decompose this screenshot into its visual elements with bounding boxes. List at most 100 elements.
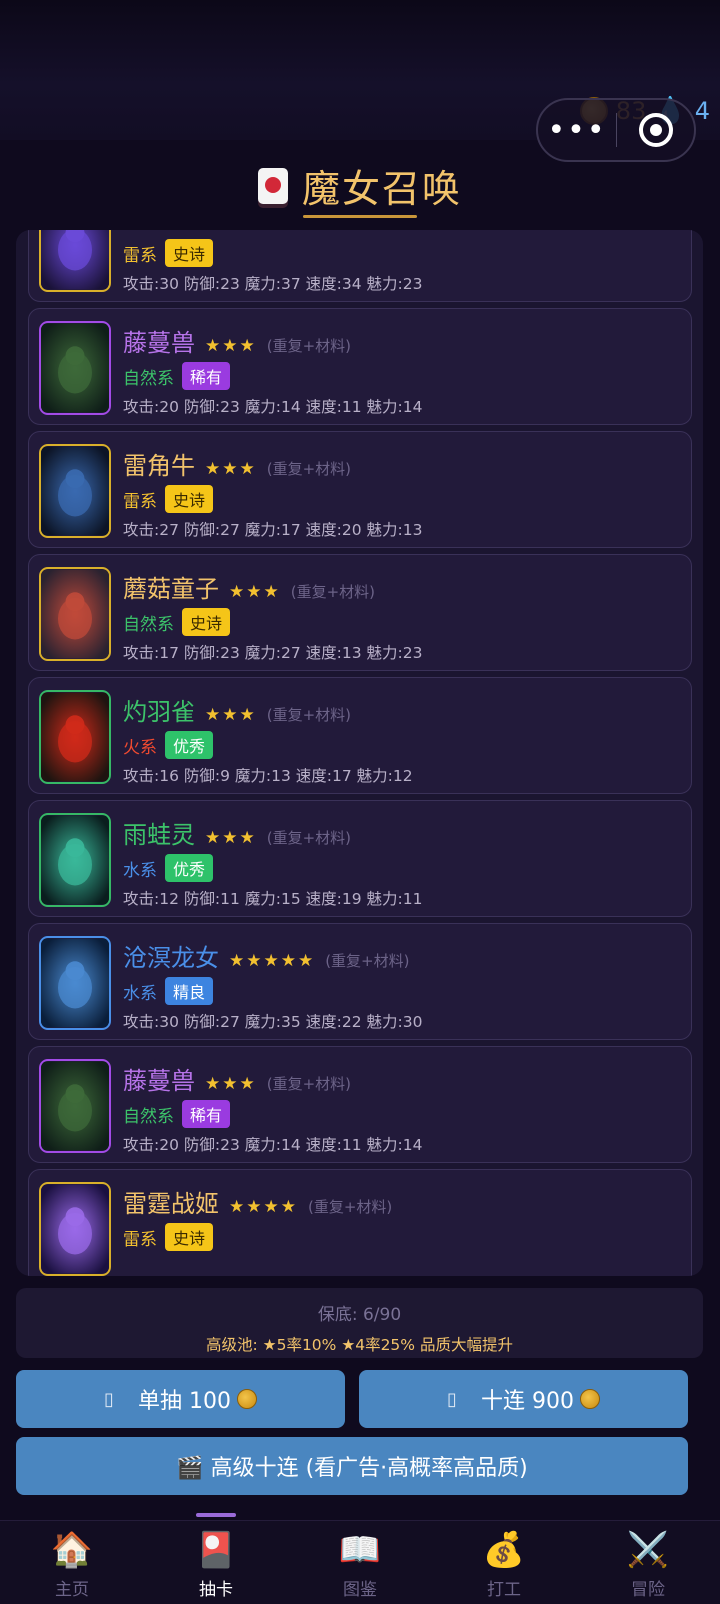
rarity-badge: 精良 xyxy=(165,977,214,1005)
star-rating: ★★★ xyxy=(205,336,257,356)
tab-label: 主页 xyxy=(55,1580,89,1600)
gold-coin-icon xyxy=(579,1389,600,1409)
duplicate-note: (重复+材料) xyxy=(266,1075,352,1093)
rarity-badge: 稀有 xyxy=(182,362,231,390)
tab-gacha-card[interactable]: 🎴 抽卡 xyxy=(144,1521,288,1604)
card-title-row: 藤蔓兽 ★★★ (重复+材料) xyxy=(123,1061,351,1096)
element-label: 水系 xyxy=(123,860,157,881)
card-stats: 攻击:16 防御:9 魔力:13 速度:17 魅力:12 xyxy=(123,767,413,785)
card-list-item[interactable]: 灼羽雀 ★★★ (重复+材料) 火系 优秀攻击:16 防御:9 魔力:13 速度:17 … xyxy=(28,677,692,794)
card-title-row: 沧溟龙女 ★★★★★ (重复+材料) xyxy=(123,938,409,973)
card-name: 雨蛙灵 xyxy=(123,821,195,849)
single-draw-label: 单抽 100 xyxy=(137,1389,231,1414)
card-stats: 攻击:30 防御:23 魔力:37 速度:34 魅力:23 xyxy=(123,275,423,293)
page-title-group: 魔女召唤 xyxy=(257,158,462,213)
card-stats: 攻击:17 防御:23 魔力:27 速度:13 魅力:23 xyxy=(123,644,423,662)
more-menu-button[interactable]: ••• xyxy=(538,113,616,148)
card-name: 雷角牛 xyxy=(123,452,195,480)
rarity-badge: 史诗 xyxy=(165,239,214,267)
tab-home[interactable]: 🏠 主页 xyxy=(0,1521,144,1604)
active-tab-indicator xyxy=(196,1513,236,1517)
tab-crossed-swords[interactable]: ⚔️ 冒险 xyxy=(576,1521,720,1604)
pool-rates: 高级池: ★5率10% ★4率25% 品质大幅提升 xyxy=(206,1336,513,1354)
rarity-badge: 优秀 xyxy=(165,731,214,759)
card-list-item[interactable]: 蘑菇童子 ★★★ (重复+材料) 自然系 史诗 攻击:17 防御:23 魔力:27 速度:… xyxy=(28,554,692,671)
book-icon: 📖 xyxy=(338,1530,382,1570)
pity-info-box: 保底: 6/90 高级池: ★5率10% ★4率25% 品质大幅提升 xyxy=(16,1288,703,1358)
element-label: 火系 xyxy=(123,737,157,758)
card-stats: 攻击:30 防御:27 魔力:35 速度:22 魅力:30 xyxy=(123,1013,423,1031)
card-title-row: 灼羽雀 ★★★ (重复+材料) xyxy=(123,692,351,727)
card-title-row: 藤蔓兽 ★★★ (重复+材料) xyxy=(123,323,351,358)
water-amount: 4 xyxy=(694,97,710,125)
duplicate-note: (重复+材料) xyxy=(266,706,352,724)
ten-draw-button[interactable]: ▯ 十连 900 xyxy=(359,1370,688,1428)
duplicate-note: (重复+材料) xyxy=(325,952,410,970)
tab-book[interactable]: 📖 图鉴 xyxy=(288,1521,432,1604)
draw-result-list[interactable]: 雷系 史诗 攻击:30 防御:23 魔力:37 速度:34 魅力:23 藤蔓兽 ★★★(… xyxy=(16,230,703,1276)
single-draw-button[interactable]: ▯ 单抽 100 xyxy=(16,1370,345,1428)
card-list-item[interactable]: 雷霆战姬 ★★★★ (重复+材料) 雷系 史诗 xyxy=(28,1169,692,1276)
thunder-valkyrie-art xyxy=(39,1182,111,1276)
card-type-row: 雷系 史诗 xyxy=(123,239,214,267)
card-type-row: 火系 优秀 xyxy=(123,731,214,759)
card-list-item[interactable]: 沧溟龙女 ★★★★★ (重复+材料) 水系 精良攻击:30 防御:27 魔力:35 速度… xyxy=(28,923,692,1040)
star-rating: ★★★ xyxy=(205,828,257,848)
thunder-bird-art xyxy=(39,230,111,292)
card-name: 灼羽雀 xyxy=(123,698,195,726)
premium-draw-label: 🎬 高级十连 (看广告·高概率高品质) xyxy=(176,1456,528,1481)
page-title: 魔女召唤 xyxy=(301,167,462,211)
title-underline xyxy=(303,215,417,218)
card-list-item[interactable]: 雷系 史诗攻击:30 防御:23 魔力:37 速度:34 魅力:23 xyxy=(28,230,692,302)
thunder-bull-art xyxy=(39,444,111,538)
duplicate-note: (重复+材料) xyxy=(307,1198,393,1216)
card-type-row: 自然系 史诗 xyxy=(123,608,231,636)
fire-sparrow-art xyxy=(39,690,111,784)
gacha-card-icon: 🎴 xyxy=(194,1530,238,1570)
card-stats: 攻击:12 防御:11 魔力:15 速度:19 魅力:11 xyxy=(123,890,423,908)
card-title-row: 雨蛙灵 ★★★ (重复+材料) xyxy=(123,815,351,850)
card-list-item[interactable]: 雨蛙灵 ★★★ (重复+材料) 水系 优秀攻击:12 防御:11 魔力:15 速度:19… xyxy=(28,800,692,917)
card-title-row: 雷霆战姬 ★★★★ (重复+材料) xyxy=(123,1184,392,1219)
element-label: 雷系 xyxy=(123,1229,157,1250)
tab-money-bag[interactable]: 💰 打工 xyxy=(432,1521,576,1604)
close-target-button[interactable] xyxy=(639,113,673,147)
capsule-divider xyxy=(616,113,617,147)
mushroom-kid-art xyxy=(39,567,111,661)
page-header: 魔女召唤 xyxy=(0,158,720,213)
card-type-row: 自然系 稀有 xyxy=(123,1100,231,1128)
star-rating: ★★★ xyxy=(205,705,257,725)
tab-label: 图鉴 xyxy=(343,1580,377,1600)
card-name: 沧溟龙女 xyxy=(123,944,219,972)
star-rating: ★★★★ xyxy=(229,1197,298,1217)
duplicate-note: (重复+材料) xyxy=(266,460,352,478)
rarity-badge: 优秀 xyxy=(165,854,214,882)
card-list-item[interactable]: 藤蔓兽 ★★★ (重复+材料) 自然系 稀有 攻击:20 防御:23 魔力:14 速度:1… xyxy=(28,308,692,425)
duplicate-note: (重复+材料) xyxy=(266,829,352,847)
rarity-badge: 史诗 xyxy=(165,1223,214,1251)
card-type-row: 雷系 史诗 xyxy=(123,1223,214,1251)
vine-beast-art xyxy=(39,321,111,415)
card-list-item[interactable]: 藤蔓兽 ★★★ (重复+材料) 自然系 稀有 攻击:20 防御:23 魔力:14 速度:1… xyxy=(28,1046,692,1163)
element-label: 自然系 xyxy=(123,368,174,389)
premium-ten-draw-button[interactable]: 🎬 高级十连 (看广告·高概率高品质) xyxy=(16,1437,688,1495)
duplicate-note: (重复+材料) xyxy=(290,583,376,601)
star-rating: ★★★ xyxy=(229,582,281,602)
rarity-badge: 史诗 xyxy=(165,485,214,513)
gacha-card-icon xyxy=(257,167,288,204)
card-title-row: 雷角牛 ★★★ (重复+材料) xyxy=(123,446,351,481)
card-type-row: 雷系 史诗 xyxy=(123,485,214,513)
card-list-item[interactable]: 雷角牛 ★★★ (重复+材料) 雷系 史诗 攻击:27 防御:27 魔力:17 速度:20… xyxy=(28,431,692,548)
card-name: 雷霆战姬 xyxy=(123,1190,219,1218)
card-type-row: 水系 优秀 xyxy=(123,854,214,882)
bottom-tab-bar: 🏠 主页 🎴 抽卡 📖 图鉴 💰 打工 ⚔️ 冒险 xyxy=(0,1520,720,1604)
element-label: 水系 xyxy=(123,983,157,1004)
rain-frog-art xyxy=(39,813,111,907)
star-rating: ★★★★★ xyxy=(229,951,316,971)
mini-program-capsule: ••• xyxy=(536,98,696,162)
star-rating: ★★★ xyxy=(205,1074,257,1094)
card-name: 藤蔓兽 xyxy=(123,1067,195,1095)
star-rating: ★★★ xyxy=(205,459,257,479)
placeholder-icon: ▯ xyxy=(104,1388,114,1410)
card-type-row: 水系 精良 xyxy=(123,977,214,1005)
